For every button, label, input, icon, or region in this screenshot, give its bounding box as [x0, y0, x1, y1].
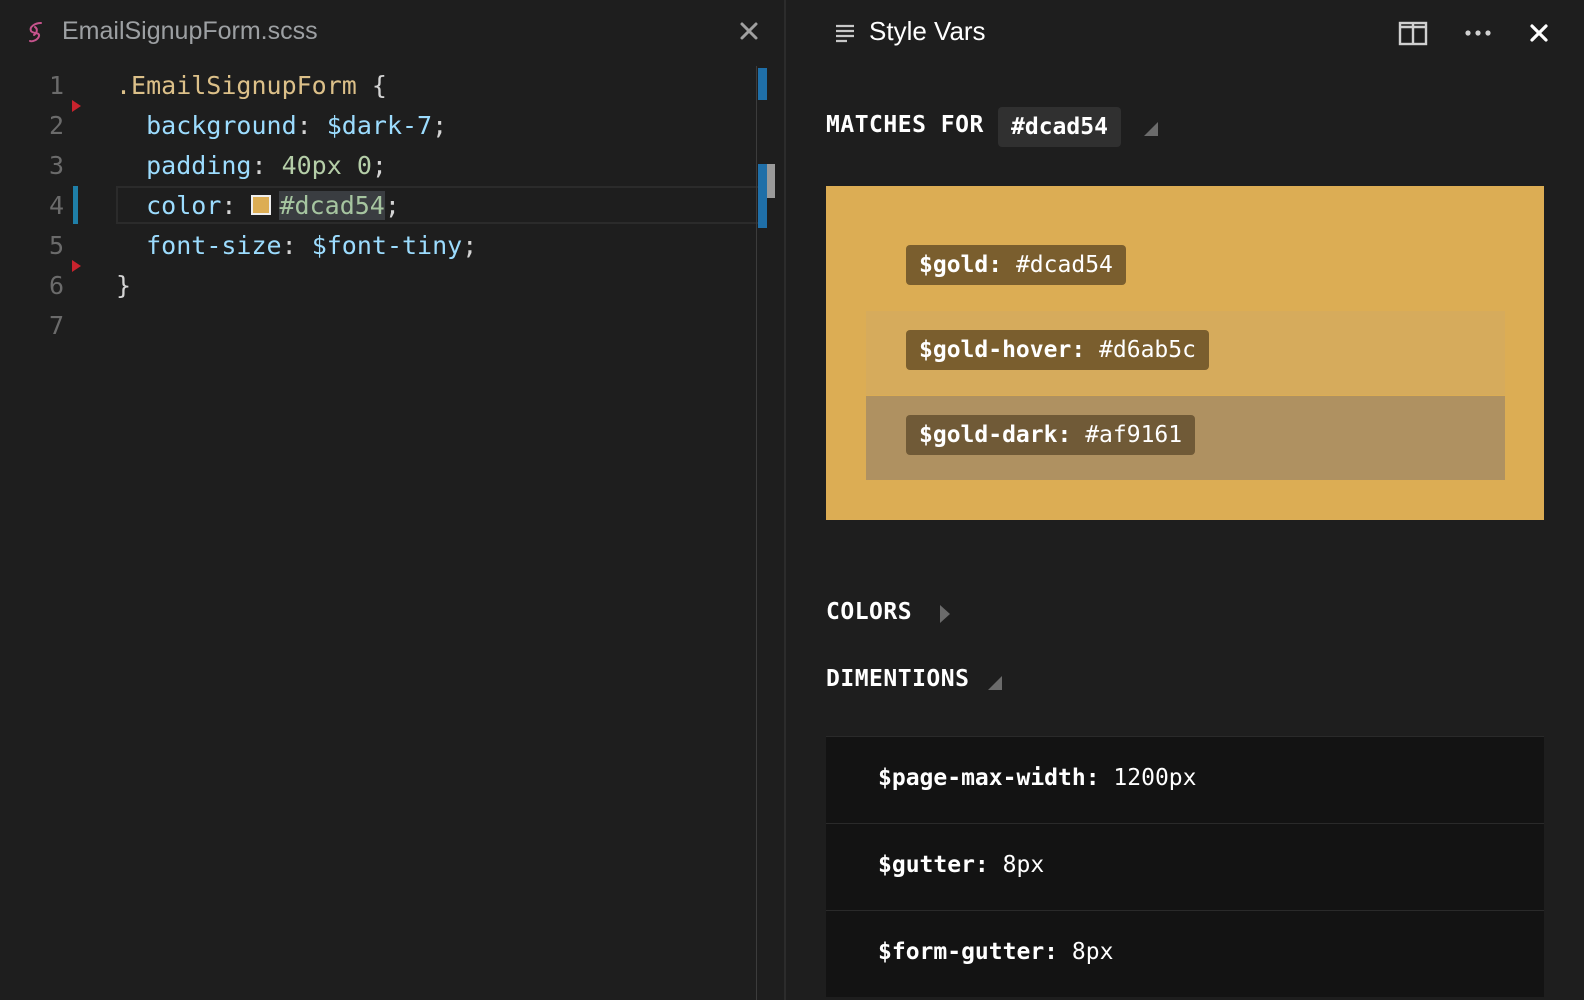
color-swatch[interactable]	[251, 195, 272, 215]
close-icon[interactable]	[736, 18, 762, 44]
match-row[interactable]: $gold: #dcad54	[866, 226, 1505, 310]
collapse-arrow-icon[interactable]	[1144, 122, 1158, 136]
line-number: 5	[48, 231, 64, 260]
expand-arrow-icon[interactable]	[940, 605, 950, 623]
dimension-row[interactable]: $gutter: 8px	[826, 823, 1544, 910]
line-number: 4	[48, 191, 64, 220]
variable-value: 8px	[1071, 939, 1114, 965]
line-number: 6	[48, 271, 64, 300]
variable-name: $page-max-width:	[878, 765, 1100, 791]
variable-pill[interactable]: $gold-hover: #d6ab5c	[906, 330, 1209, 370]
matched-hex-chip: #dcad54	[998, 107, 1121, 147]
match-row[interactable]: $gold-hover: #d6ab5c	[866, 311, 1505, 395]
panel-title: Style Vars	[869, 16, 986, 46]
dimensions-section-label[interactable]: DIMENTIONS	[826, 666, 969, 692]
code-line[interactable]: 4 color: #dcad54;	[0, 186, 760, 226]
more-icon[interactable]	[1463, 18, 1493, 48]
line-number: 2	[48, 111, 64, 140]
ruler-marker	[758, 68, 767, 100]
line-number: 3	[48, 151, 64, 180]
colon: :	[221, 191, 252, 220]
close-icon[interactable]	[1524, 18, 1554, 48]
colon: :	[251, 151, 282, 180]
brace: {	[356, 71, 387, 100]
colon: :	[281, 231, 312, 260]
code-line[interactable]: 2 background: $dark-7;	[0, 106, 760, 146]
tab-title: EmailSignupForm.scss	[62, 17, 318, 45]
collapse-arrow-icon[interactable]	[988, 676, 1002, 690]
colors-section-label[interactable]: COLORS	[826, 599, 912, 625]
css-property: padding	[146, 151, 252, 180]
css-property: background	[146, 111, 297, 140]
code-line[interactable]: 1 .EmailSignupForm {	[0, 66, 760, 106]
style-vars-panel: Style Vars MATCHES FOR #dcad54 $gold: #d…	[786, 0, 1584, 1000]
dimension-row[interactable]: $page-max-width: 1200px	[826, 736, 1544, 823]
semicolon: ;	[384, 191, 400, 220]
semicolon: ;	[432, 111, 448, 140]
brace: }	[116, 271, 132, 300]
line-number: 7	[48, 311, 64, 340]
variable-value: 1200px	[1113, 765, 1197, 791]
code-editor[interactable]: EmailSignupForm.scss 1 .EmailSignupForm …	[0, 0, 784, 1000]
variable-name: $gold-dark:	[919, 422, 1072, 448]
variable-value: #af9161	[1085, 422, 1183, 448]
variable-value: 8px	[1002, 852, 1045, 878]
code-line[interactable]: 5 font-size: $font-tiny;	[0, 226, 760, 266]
semicolon: ;	[371, 151, 387, 180]
sass-file-icon	[29, 22, 42, 43]
variable-value: #dcad54	[1015, 252, 1113, 278]
variable-pill[interactable]: $gold-dark: #af9161	[906, 415, 1196, 455]
editor-tab[interactable]: EmailSignupForm.scss	[0, 0, 784, 64]
css-property: font-size	[146, 231, 282, 260]
css-value: #dcad54	[279, 191, 385, 220]
colon: :	[296, 111, 327, 140]
line-number: 1	[48, 71, 64, 100]
match-row[interactable]: $gold-dark: #af9161	[866, 396, 1505, 480]
code-line[interactable]: 3 padding: 40px 0;	[0, 146, 760, 186]
split-editor-icon[interactable]	[1398, 18, 1428, 48]
variable-name: $gutter:	[878, 852, 989, 878]
css-selector: .EmailSignupForm	[116, 71, 357, 100]
ruler-marker	[758, 164, 767, 228]
code-line[interactable]: 6 }	[0, 266, 760, 306]
semicolon: ;	[462, 231, 478, 260]
matches-label: MATCHES FOR	[826, 112, 984, 138]
css-property: color	[146, 191, 222, 220]
variable-name: $form-gutter:	[878, 939, 1059, 965]
variable-value: #d6ab5c	[1099, 337, 1196, 363]
variable-pill[interactable]: $gold: #dcad54	[906, 245, 1126, 285]
variable-name: $gold-hover:	[919, 337, 1086, 363]
dimension-row[interactable]: $form-gutter: 8px	[826, 910, 1544, 997]
code-line[interactable]: 7	[0, 306, 760, 346]
scrollbar-thumb[interactable]	[767, 164, 775, 198]
overview-ruler[interactable]	[756, 66, 785, 1000]
css-value: 40px 0	[281, 151, 372, 180]
matches-box: $gold: #dcad54 $gold-hover: #d6ab5c $gol…	[826, 186, 1544, 520]
css-value: $dark-7	[326, 111, 433, 140]
list-icon	[836, 24, 854, 43]
variable-name: $gold:	[919, 252, 1003, 278]
css-value: $font-tiny	[311, 231, 463, 260]
